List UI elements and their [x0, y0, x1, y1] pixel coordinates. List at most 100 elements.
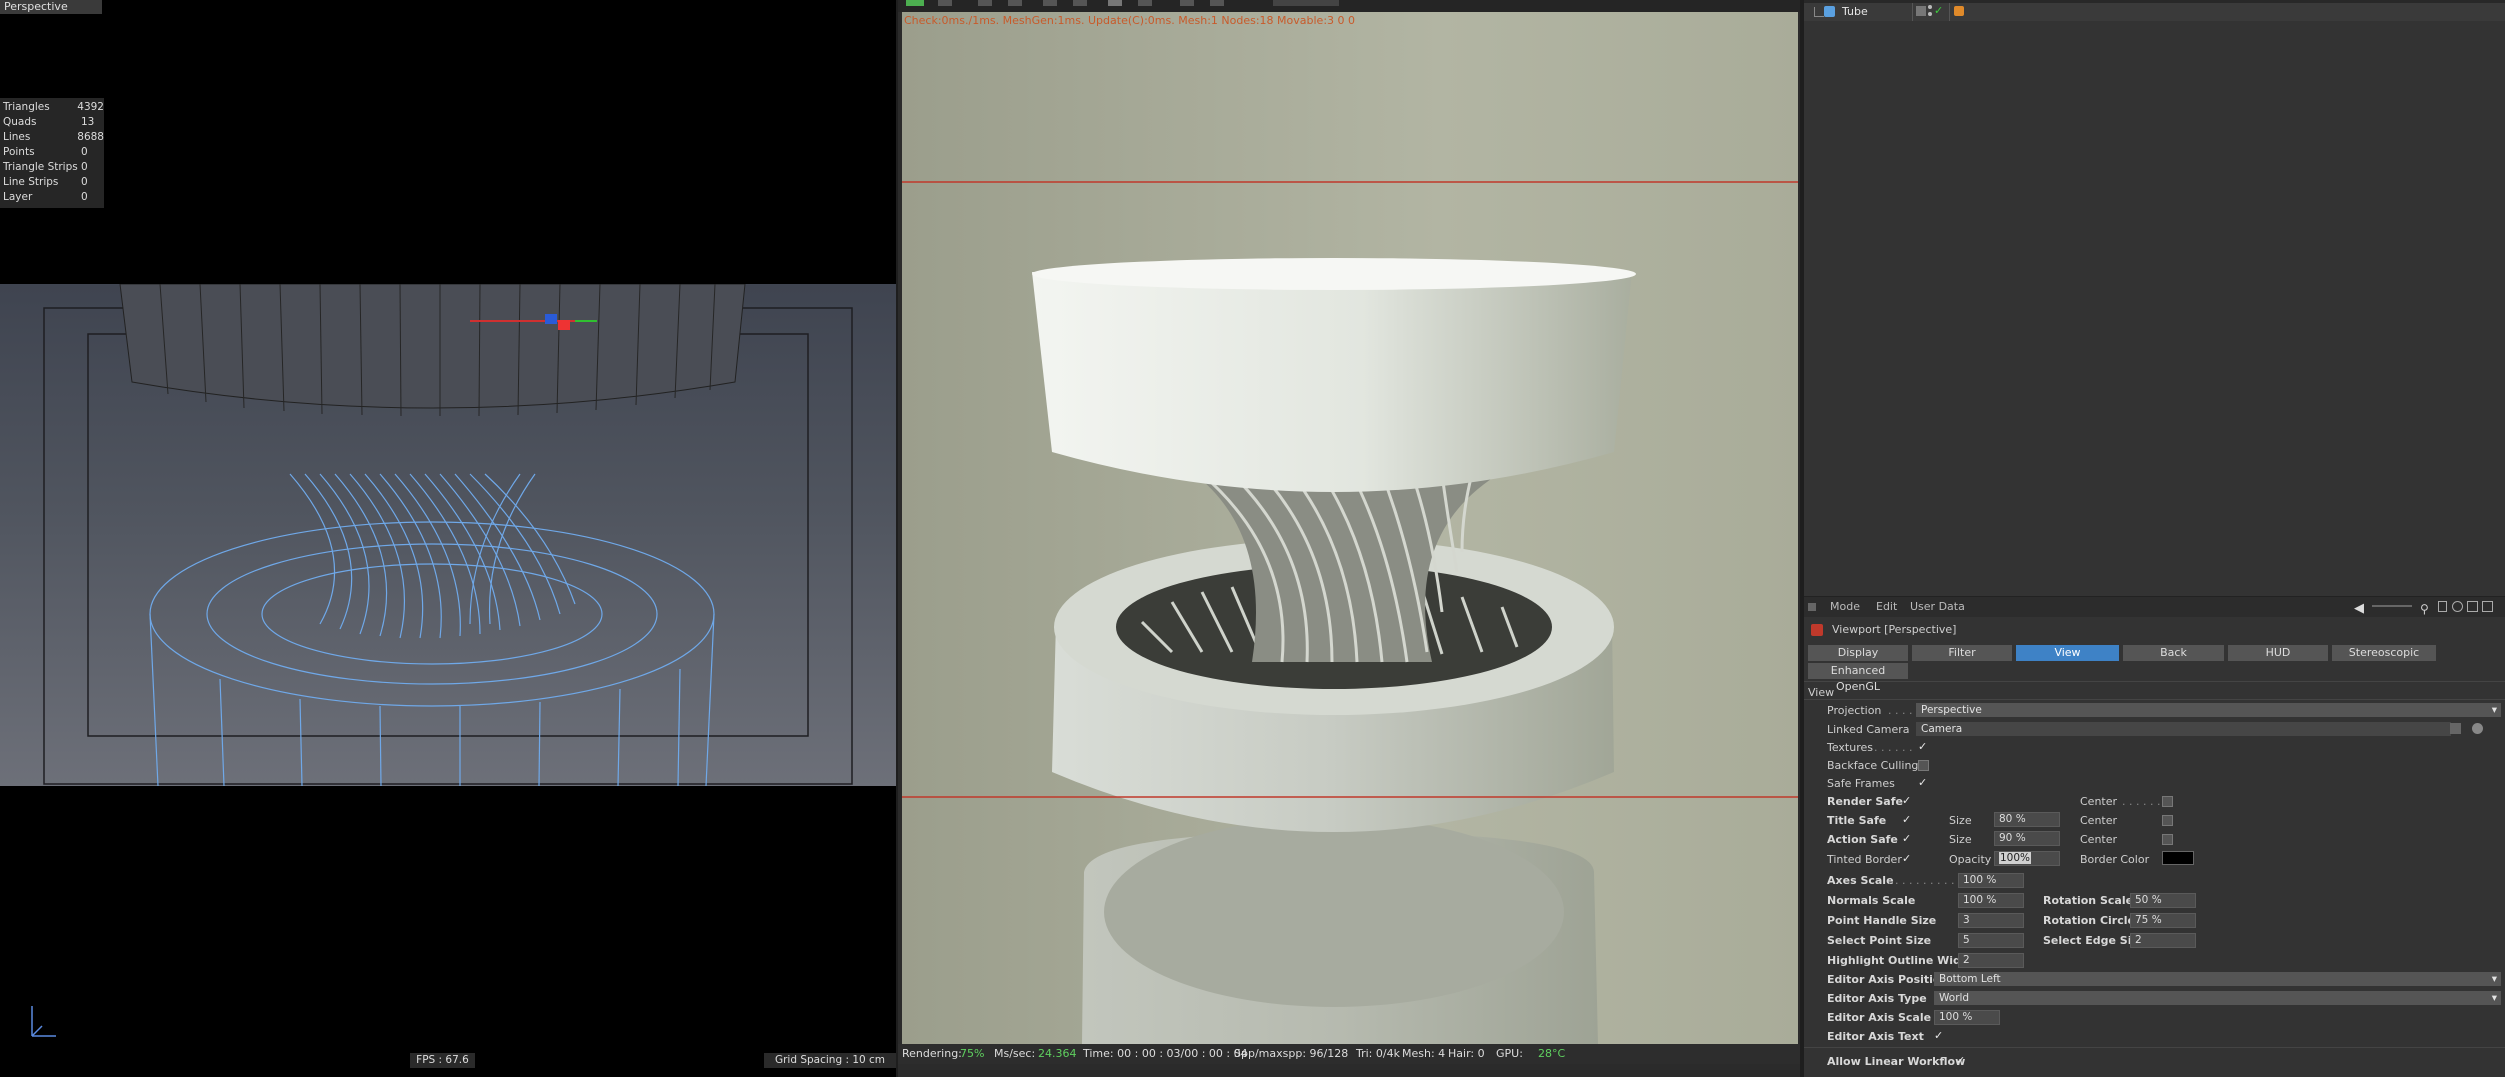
- arrow-down-icon[interactable]: [1180, 0, 1194, 6]
- enabled-check-icon[interactable]: ✓: [1934, 4, 1943, 17]
- editor-viewport[interactable]: Perspective Triangles 4392 Quads 13 Lines 8…: [0, 0, 896, 1077]
- linked-camera-field[interactable]: Camera: [1916, 722, 2451, 736]
- lock-icon[interactable]: [2438, 601, 2447, 612]
- action-safe-checkbox[interactable]: ✓: [1902, 832, 1911, 845]
- pause-icon[interactable]: [978, 0, 992, 6]
- select-point-size-field[interactable]: 5: [1958, 933, 2024, 948]
- search-icon[interactable]: ⚲: [2420, 599, 2429, 619]
- opacity-field[interactable]: 100%: [1994, 851, 2060, 866]
- allow-linear-workflow-checkbox[interactable]: ✓: [1956, 1054, 1965, 1067]
- object-row-tube[interactable]: Tube ✓: [1804, 3, 2505, 21]
- editor-axis-text-checkbox[interactable]: ✓: [1934, 1029, 1943, 1042]
- top-cylinder: [1032, 272, 1632, 492]
- stat-value: 8688: [77, 131, 104, 143]
- render-safe-checkbox[interactable]: ✓: [1902, 794, 1911, 807]
- axes-scale-field[interactable]: 100 %: [1958, 873, 2024, 888]
- tab-back[interactable]: Back: [2123, 645, 2224, 661]
- tab-hud[interactable]: HUD: [2228, 645, 2328, 661]
- tab-enhanced-opengl[interactable]: Enhanced OpenGL: [1808, 663, 1908, 693]
- pick-arrow-icon[interactable]: [2450, 723, 2461, 734]
- settings-icon[interactable]: [2482, 601, 2493, 612]
- reference-icon[interactable]: [2452, 601, 2463, 612]
- stat-value: 13: [81, 116, 95, 128]
- viewport-divider[interactable]: [896, 0, 898, 1077]
- safe-frames-checkbox[interactable]: ✓: [1918, 776, 1927, 789]
- editor-axis-scale-field[interactable]: 100 %: [1934, 1010, 2000, 1025]
- gpu-label: GPU:: [1496, 1047, 1523, 1060]
- tab-view[interactable]: View: [2016, 645, 2119, 661]
- menu-edit[interactable]: Edit: [1876, 597, 1897, 617]
- rotation-circle-value: 75 %: [2135, 914, 2162, 926]
- title-safe-size-value: 80 %: [1999, 813, 2026, 825]
- play-icon[interactable]: [906, 0, 924, 6]
- action-safe-center-checkbox[interactable]: [2162, 834, 2173, 845]
- editor-axis-position-dropdown[interactable]: Bottom Left ▾: [1934, 972, 2501, 986]
- stat-row: Lines 8688: [0, 130, 104, 145]
- lock-icon[interactable]: [1043, 0, 1057, 6]
- forward-arrow-icon[interactable]: [2372, 605, 2412, 607]
- refresh-icon[interactable]: [1008, 0, 1022, 6]
- layer-icon[interactable]: [1916, 6, 1926, 16]
- render-viewport[interactable]: Check:0ms./1ms. MeshGen:1ms. Update(C):0…: [898, 0, 1800, 1077]
- title-safe-center-label: Center: [2080, 814, 2118, 827]
- rotation-circle-field[interactable]: 75 %: [2130, 913, 2196, 928]
- render-kernel-dropdown[interactable]: [1273, 0, 1339, 6]
- sphere-icon[interactable]: [1108, 0, 1122, 6]
- action-safe-size-field[interactable]: 90 %: [1994, 831, 2060, 846]
- projection-label: Projection: [1827, 704, 1882, 717]
- wireframe-scene[interactable]: [0, 283, 896, 787]
- editor-axis-type-dropdown[interactable]: World ▾: [1934, 991, 2501, 1005]
- rotation-scale-field[interactable]: 50 %: [2130, 893, 2196, 908]
- stat-label: Quads: [3, 116, 37, 128]
- new-panel-icon[interactable]: [2467, 601, 2478, 612]
- action-safe-label: Action Safe: [1827, 833, 1898, 846]
- region-icon[interactable]: [1138, 0, 1152, 6]
- stat-value: 0: [81, 161, 88, 173]
- phong-tag-icon[interactable]: [1954, 6, 1964, 16]
- axis-indicator-icon: [31, 1006, 56, 1037]
- target-pick-icon[interactable]: [2472, 723, 2483, 734]
- stop-icon[interactable]: [938, 0, 952, 6]
- stat-label: Points: [3, 146, 35, 158]
- editor-axis-scale-value: 100 %: [1939, 1011, 1973, 1023]
- normals-scale-field[interactable]: 100 %: [1958, 893, 2024, 908]
- select-edge-size-field[interactable]: 2: [2130, 933, 2196, 948]
- arrow-down-icon[interactable]: [1210, 0, 1224, 6]
- backface-culling-checkbox[interactable]: [1918, 760, 1929, 771]
- render-scene[interactable]: [902, 12, 1798, 1044]
- render-safe-center-checkbox[interactable]: [2162, 796, 2173, 807]
- tab-filter[interactable]: Filter: [1912, 645, 2012, 661]
- panel-divider[interactable]: [1800, 0, 1804, 1077]
- backface-culling-label: Backface Culling: [1827, 759, 1919, 772]
- highlight-outline-width-field[interactable]: 2: [1958, 953, 2024, 968]
- editor-axis-type-label: Editor Axis Type: [1827, 992, 1927, 1005]
- projection-dropdown[interactable]: Perspective ▾: [1916, 703, 2501, 717]
- textures-checkbox[interactable]: ✓: [1918, 740, 1927, 753]
- fps-readout: FPS : 67.6: [410, 1053, 475, 1068]
- viewport-icon: [1811, 624, 1823, 636]
- menu-user-data[interactable]: User Data: [1910, 597, 1965, 617]
- base-opening: [1104, 817, 1564, 1007]
- viewport-tab[interactable]: Perspective: [0, 0, 102, 14]
- back-arrow-icon[interactable]: ◀: [2354, 599, 2364, 619]
- linked-camera-value: Camera: [1921, 723, 1963, 735]
- object-name[interactable]: Tube: [1842, 5, 1868, 18]
- stat-value: 0: [81, 146, 88, 158]
- title-safe-checkbox[interactable]: ✓: [1902, 813, 1911, 826]
- stat-label: Triangle Strips: [3, 161, 78, 173]
- tab-stereoscopic[interactable]: Stereoscopic: [2332, 645, 2436, 661]
- title-safe-center-checkbox[interactable]: [2162, 815, 2173, 826]
- stat-value: 0: [81, 176, 88, 188]
- gpu-temp: 28°C: [1538, 1047, 1566, 1060]
- editor-visibility-dot[interactable]: [1928, 5, 1932, 9]
- render-visibility-dot[interactable]: [1928, 12, 1932, 16]
- select-edge-size-value: 2: [2135, 934, 2142, 946]
- point-handle-size-field[interactable]: 3: [1958, 913, 2024, 928]
- menu-mode[interactable]: Mode: [1830, 597, 1860, 617]
- title-safe-size-field[interactable]: 80 %: [1994, 812, 2060, 827]
- border-color-swatch[interactable]: [2162, 851, 2194, 865]
- object-manager: Tube ✓: [1804, 0, 2505, 596]
- tinted-border-checkbox[interactable]: ✓: [1902, 852, 1911, 865]
- camera-icon[interactable]: [1073, 0, 1087, 6]
- tab-display[interactable]: Display: [1808, 645, 1908, 661]
